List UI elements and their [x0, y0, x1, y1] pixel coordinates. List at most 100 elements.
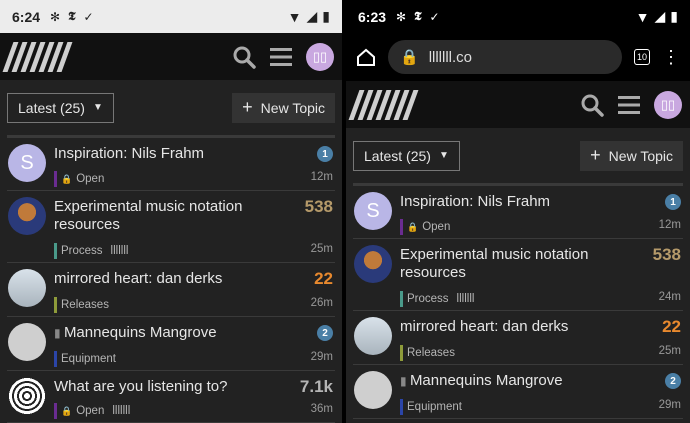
category-badge[interactable]: Releases	[54, 297, 109, 313]
topic-avatar[interactable]	[8, 377, 46, 415]
topic-avatar[interactable]	[354, 371, 392, 409]
topic-title-text: Mannequins Mangrove	[63, 324, 217, 341]
topic-title[interactable]: Experimental music notation resources	[400, 246, 640, 282]
user-avatar[interactable]: ▯▯	[654, 90, 682, 119]
category-badge[interactable]: Process lllllll	[400, 291, 474, 307]
site-logo[interactable]	[2, 41, 73, 72]
category-badge[interactable]: Process lllllll	[54, 243, 128, 259]
topic-title[interactable]: ▮ Mannequins Mangrove	[54, 324, 294, 342]
topic-list: S Inspiration: Nils Frahm 🔒 Open 1 12m Experim…	[353, 183, 683, 419]
topic-row[interactable]: ▮ Mannequins Mangrove Equipment 2 29m	[353, 365, 683, 419]
activity-time[interactable]: 25m	[659, 345, 681, 357]
topic-row[interactable]: S Inspiration: Nils Frahm 🔒 Open 1 12m	[7, 138, 335, 191]
topic-tag[interactable]: lllllll	[457, 293, 475, 305]
nyt-notification-icon: 𝕿	[68, 9, 76, 23]
search-icon[interactable]	[232, 45, 256, 69]
new-topic-button[interactable]: + New Topic	[580, 140, 683, 171]
topic-title-text: mirrored heart: dan derks	[400, 318, 569, 335]
browser-toolbar: 🔒 lllllll.co 10 ⋮	[346, 33, 690, 81]
unread-count-badge[interactable]: 1	[665, 194, 681, 210]
topic-title[interactable]: Experimental music notation resources	[54, 198, 294, 234]
topic-list: S Inspiration: Nils Frahm 🔒 Open 1 12m Experim…	[7, 135, 335, 423]
activity-time[interactable]: 26m	[311, 297, 333, 309]
category-badge[interactable]: Equipment	[400, 399, 462, 415]
topic-tag[interactable]: lllllll	[112, 405, 130, 417]
topic-avatar[interactable]	[354, 245, 392, 283]
battery-icon: ▮	[670, 8, 678, 24]
unread-count-badge[interactable]: 2	[665, 373, 681, 389]
category-color-bar	[400, 345, 403, 361]
home-icon[interactable]	[356, 47, 376, 67]
topic-row[interactable]: mirrored heart: dan derks Releases 22 25m	[353, 311, 683, 365]
topic-avatar[interactable]: S	[8, 144, 46, 182]
hamburger-menu-icon[interactable]	[618, 95, 640, 115]
sort-dropdown[interactable]: Latest (25) ▼	[7, 92, 114, 123]
reply-count[interactable]: 7.1k	[300, 377, 333, 397]
address-bar[interactable]: 🔒 lllllll.co	[388, 40, 622, 74]
sort-dropdown[interactable]: Latest (25) ▼	[353, 140, 460, 171]
tab-switcher-button[interactable]: 10	[634, 49, 650, 65]
wifi-icon: ▼	[635, 8, 650, 25]
activity-time[interactable]: 12m	[311, 171, 333, 183]
check-notification-icon: ✓	[83, 9, 94, 24]
user-avatar[interactable]: ▯▯	[306, 42, 334, 71]
wifi-icon: ▼	[287, 8, 302, 25]
caret-down-icon: ▼	[92, 102, 103, 113]
signal-icon: ◢	[654, 8, 666, 24]
check-notification-icon: ✓	[429, 9, 440, 24]
activity-time[interactable]: 36m	[311, 403, 333, 415]
category-name: Equipment	[407, 401, 462, 413]
avatar-letter: S	[366, 199, 380, 222]
tab-count: 10	[636, 52, 647, 62]
lock-icon: 🔒	[407, 221, 419, 232]
activity-time[interactable]: 29m	[311, 351, 333, 363]
category-name: Open	[422, 221, 451, 233]
topic-row[interactable]: mirrored heart: dan derks Releases 22 26m	[7, 263, 335, 317]
unread-count-badge[interactable]: 1	[317, 146, 333, 162]
topic-avatar[interactable]	[354, 317, 392, 355]
more-menu-icon[interactable]: ⋮	[662, 47, 680, 68]
topic-title-text: mirrored heart: dan derks	[54, 270, 223, 287]
activity-time[interactable]: 24m	[659, 291, 681, 303]
reply-count[interactable]: 538	[653, 245, 681, 265]
topic-row[interactable]: Experimental music notation resources Pro…	[353, 239, 683, 311]
reply-count[interactable]: 22	[662, 317, 681, 337]
topic-avatar[interactable]	[8, 323, 46, 361]
category-badge[interactable]: 🔒 Open	[400, 219, 450, 235]
bookmark-icon: ▮	[400, 374, 410, 388]
topic-avatar[interactable]	[8, 269, 46, 307]
status-time: 6:23	[358, 8, 387, 25]
topic-avatar[interactable]	[8, 197, 46, 235]
activity-time[interactable]: 12m	[659, 219, 681, 231]
unread-count-badge[interactable]: 2	[317, 325, 333, 341]
reply-count[interactable]: 538	[305, 197, 333, 217]
activity-time[interactable]: 29m	[659, 399, 681, 411]
activity-time[interactable]: 25m	[311, 243, 333, 255]
category-badge[interactable]: Releases	[400, 345, 455, 361]
topic-title[interactable]: mirrored heart: dan derks	[400, 318, 640, 336]
topic-row[interactable]: ▮ Mannequins Mangrove Equipment 2 29m	[7, 317, 335, 371]
topic-avatar[interactable]: S	[354, 192, 392, 230]
topic-tag[interactable]: lllllll	[111, 245, 129, 257]
url-text: lllllll.co	[428, 48, 473, 66]
category-badge[interactable]: 🔒 Open	[54, 171, 104, 187]
search-icon[interactable]	[580, 93, 604, 117]
category-badge[interactable]: Equipment	[54, 351, 116, 367]
category-name: Process	[61, 245, 103, 257]
topic-title[interactable]: Inspiration: Nils Frahm	[400, 193, 640, 211]
new-topic-button[interactable]: + New Topic	[232, 92, 335, 123]
topic-row[interactable]: S Inspiration: Nils Frahm 🔒 Open 1 12m	[353, 186, 683, 239]
status-bar: 6:23 ✻ 𝕿 ✓ ▼ ◢ ▮	[346, 0, 690, 33]
sort-label: Latest (25)	[18, 99, 85, 116]
category-badge[interactable]: 🔒 Open lllllll	[54, 403, 130, 419]
reply-count[interactable]: 22	[314, 269, 333, 289]
new-topic-label: New Topic	[608, 147, 673, 164]
topic-row[interactable]: What are you listening to? 🔒 Open lllllll 7.…	[7, 371, 335, 423]
topic-title[interactable]: mirrored heart: dan derks	[54, 270, 294, 288]
topic-row[interactable]: Experimental music notation resources Pro…	[7, 191, 335, 263]
topic-title[interactable]: ▮ Mannequins Mangrove	[400, 372, 640, 390]
site-logo[interactable]	[348, 89, 419, 120]
hamburger-menu-icon[interactable]	[270, 47, 292, 67]
topic-title[interactable]: Inspiration: Nils Frahm	[54, 145, 294, 163]
topic-title[interactable]: What are you listening to?	[54, 378, 294, 396]
